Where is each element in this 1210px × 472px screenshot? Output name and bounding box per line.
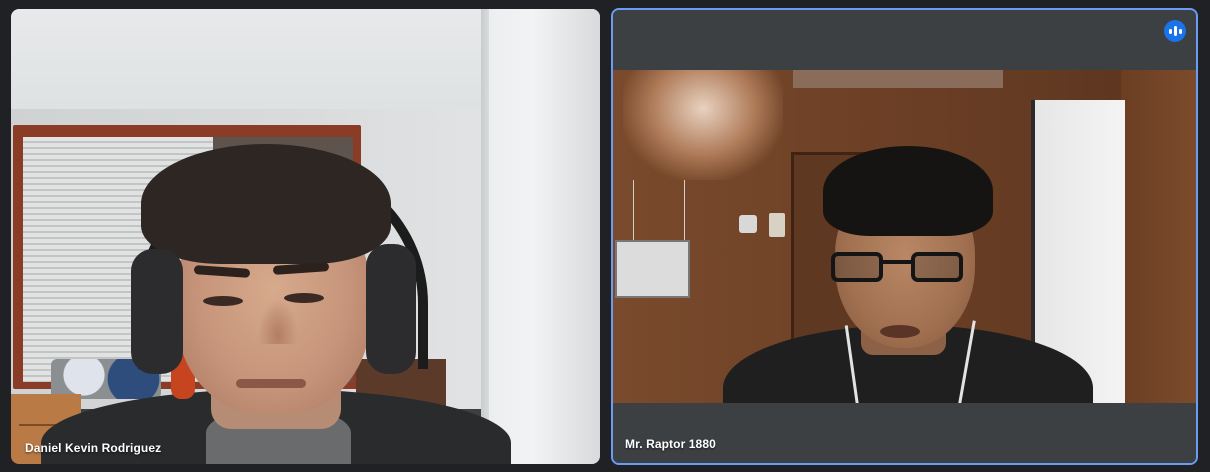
participant-name-label: Mr. Raptor 1880 [625,437,716,451]
participant-name-label: Daniel Kevin Rodriguez [25,441,162,455]
participant-video-raptor [613,70,1196,403]
audio-level-icon [1164,20,1186,42]
participant-tile-raptor[interactable]: Mr. Raptor 1880 [611,8,1198,465]
tile-letterbox-bottom [613,403,1196,463]
participant-tile-daniel[interactable]: Daniel Kevin Rodriguez [11,9,600,464]
tile-letterbox-top [613,10,1196,70]
